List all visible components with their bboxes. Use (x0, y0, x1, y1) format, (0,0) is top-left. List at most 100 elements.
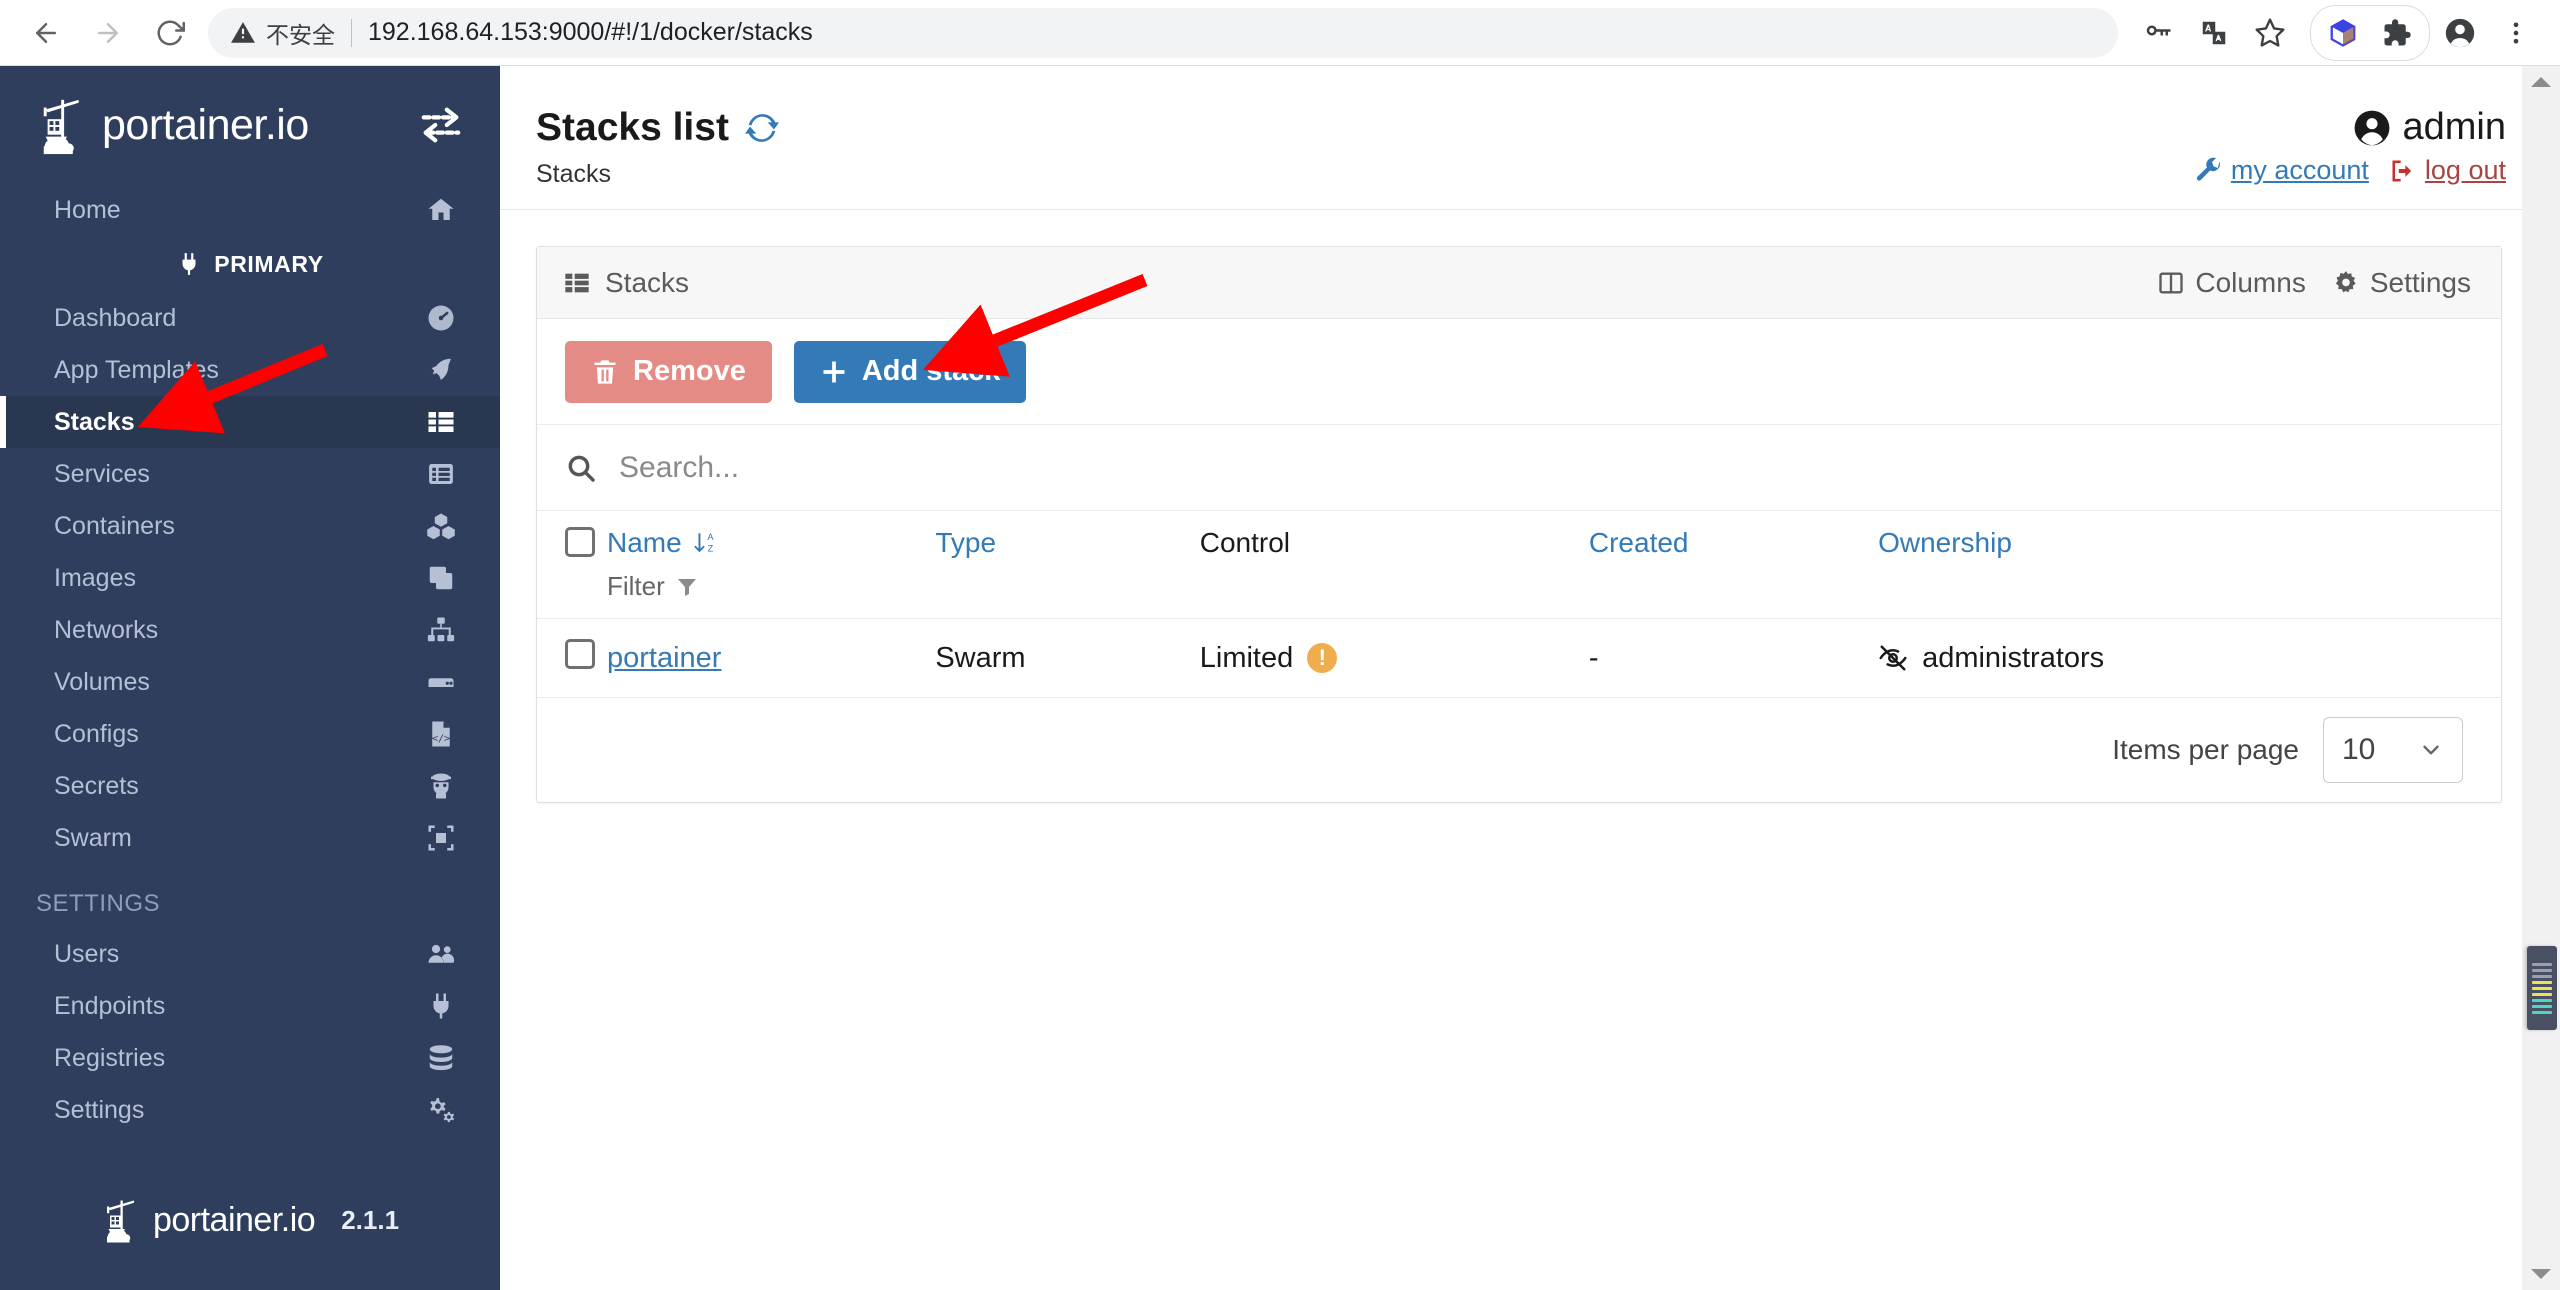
sidebar-item-services[interactable]: Services (0, 448, 500, 500)
forward-icon[interactable] (80, 5, 136, 61)
version-label: 2.1.1 (341, 1204, 400, 1235)
three-dot-menu-icon[interactable] (2490, 7, 2542, 59)
user-area: admin my account log out (2195, 106, 2506, 186)
sidebar-item-label: Dashboard (54, 303, 177, 332)
sidebar-item-containers[interactable]: Containers (0, 500, 500, 552)
column-header-name[interactable]: Name A Z Filter (607, 511, 936, 619)
sidebar-item-label: Configs (54, 719, 139, 748)
breadcrumb[interactable]: Stacks (536, 160, 779, 189)
sidebar-toggle-icon[interactable] (418, 102, 464, 148)
remove-button[interactable]: Remove (565, 340, 772, 403)
bookmark-star-icon[interactable] (2244, 7, 2296, 59)
panel-header: Stacks Columns Settings (537, 247, 2501, 319)
sidebar-item-images[interactable]: Images (0, 552, 500, 604)
secret-spy-icon (424, 769, 458, 803)
logout-link[interactable]: log out (2389, 155, 2506, 186)
portainer-logo: portainer.io (36, 94, 418, 156)
reload-icon[interactable] (142, 5, 198, 61)
columns-icon (2159, 272, 2184, 293)
sidebar-item-configs[interactable]: Configs </> (0, 708, 500, 760)
column-header-created-label: Created (1588, 527, 1689, 558)
plug-icon (424, 989, 458, 1023)
column-header-type[interactable]: Type (935, 511, 1200, 619)
sidebar-item-home[interactable]: Home (0, 184, 500, 236)
control-value: Limited (1199, 641, 1294, 674)
profile-avatar-icon[interactable] (2434, 7, 2486, 59)
back-icon[interactable] (18, 5, 74, 61)
sidebar-item-app-templates[interactable]: App Templates (0, 344, 500, 396)
select-all-checkbox[interactable] (565, 527, 595, 557)
refresh-sync-icon[interactable] (744, 111, 779, 145)
stack-name-link[interactable]: portainer (607, 642, 721, 674)
sidebar-item-dashboard[interactable]: Dashboard (0, 292, 500, 344)
sidebar-item-users[interactable]: Users (0, 928, 500, 980)
extension-pill (2310, 4, 2430, 61)
page-title-group: Stacks list Stacks (536, 106, 779, 189)
sidebar-item-secrets[interactable]: Secrets (0, 760, 500, 812)
vertical-scrollbar[interactable] (2522, 66, 2560, 1290)
scrollbar-thumb[interactable] (2527, 946, 2557, 1030)
stacks-panel: Stacks Columns Settings Remove Add stack… (536, 246, 2502, 803)
sidebar-item-volumes[interactable]: Volumes (0, 656, 500, 708)
key-icon[interactable] (2132, 7, 2184, 59)
column-header-created[interactable]: Created (1588, 511, 1879, 619)
items-per-page-select[interactable]: 10 (2323, 717, 2463, 783)
sidebar-item-label: Users (54, 939, 120, 968)
funnel-icon (677, 578, 696, 596)
items-per-page-label: Items per page (2112, 734, 2299, 765)
endpoint-badge-primary: PRIMARY (0, 236, 500, 292)
sort-az-icon: A Z (693, 532, 714, 554)
row-checkbox[interactable] (565, 639, 595, 669)
translate-icon[interactable] (2188, 7, 2240, 59)
sidebar-item-networks[interactable]: Networks (0, 604, 500, 656)
sidebar-brand: portainer.io (0, 66, 500, 184)
my-account-link[interactable]: my account (2195, 155, 2369, 186)
plug-icon (182, 253, 196, 275)
logout-label: log out (2424, 155, 2506, 185)
brand-text: portainer.io (102, 100, 309, 149)
sidebar-item-swarm[interactable]: Swarm (0, 812, 500, 864)
users-icon (424, 937, 458, 971)
panel-actions: Columns Settings (2157, 267, 2471, 299)
address-bar[interactable]: 不安全 192.168.64.153:9000/#!/1/docker/stac… (208, 7, 2118, 58)
sidebar-item-registries[interactable]: Registries (0, 1032, 500, 1084)
add-stack-button[interactable]: Add stack (793, 340, 1027, 403)
filter-control[interactable]: Filter (607, 571, 925, 602)
panel-title-text: Stacks (605, 266, 690, 298)
page-header: Stacks list Stacks admin my account log … (500, 66, 2560, 210)
page-title-text: Stacks list (536, 106, 729, 149)
items-per-page-value: 10 (2342, 733, 2376, 766)
table-row[interactable]: portainer Swarm Limited ! - administrato… (537, 618, 2501, 698)
warning-circle-icon[interactable]: ! (1307, 643, 1338, 673)
plus-icon (823, 361, 845, 382)
sidebar-item-label: Networks (54, 615, 159, 644)
sidebar-footer: portainer.io 2.1.1 (0, 1196, 500, 1290)
select-all-header (537, 511, 607, 619)
settings-label: Settings (2369, 266, 2471, 298)
search-input[interactable] (619, 450, 2473, 485)
chevron-down-icon (2423, 745, 2439, 755)
cell-ownership: administrators (1878, 618, 2501, 698)
scroll-up-arrow-icon[interactable] (2529, 74, 2553, 90)
trash-icon (594, 359, 616, 384)
cube-extension-icon[interactable] (2317, 7, 2369, 59)
sidebar-item-stacks[interactable]: Stacks (0, 396, 500, 448)
sidebar: portainer.io Home PRIMARY Dashboard App … (0, 66, 500, 1290)
scroll-down-arrow-icon[interactable] (2529, 1266, 2553, 1282)
sidebar-item-endpoints[interactable]: Endpoints (0, 980, 500, 1032)
table-body: portainer Swarm Limited ! - administrato… (537, 618, 2501, 698)
browser-toolbar: 不安全 192.168.64.153:9000/#!/1/docker/stac… (0, 0, 2560, 66)
filter-label: Filter (607, 571, 665, 601)
puzzle-extensions-icon[interactable] (2371, 7, 2423, 59)
network-tree-icon (424, 613, 458, 647)
sidebar-item-settings[interactable]: Settings (0, 1084, 500, 1136)
page-title: Stacks list (536, 106, 779, 150)
volume-drive-icon (424, 665, 458, 699)
column-header-name-label: Name (607, 527, 682, 558)
column-header-ownership[interactable]: Ownership (1878, 511, 2501, 619)
sign-out-icon (2392, 160, 2412, 181)
columns-button[interactable]: Columns (2157, 267, 2306, 299)
settings-button[interactable]: Settings (2332, 267, 2471, 299)
site-security-indicator[interactable]: 不安全 (230, 16, 335, 50)
sidebar-nav: Home PRIMARY Dashboard App Templates Sta… (0, 184, 500, 1136)
